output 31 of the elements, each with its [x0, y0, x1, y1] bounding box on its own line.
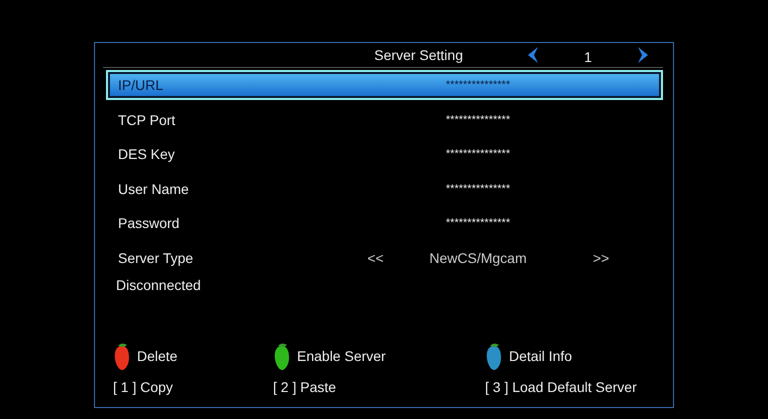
setting-label: User Name [118, 180, 190, 196]
masked-value: *************** [446, 79, 510, 91]
masked-value: *************** [446, 182, 510, 194]
setting-label: Server Type [118, 250, 194, 266]
setting-row[interactable]: Server Type << NewCS/Mgcam >> [108, 244, 661, 270]
masked-value: *************** [446, 114, 510, 126]
key-label: Delete [137, 348, 178, 364]
setting-label: IP/URL [118, 77, 164, 93]
previous-option[interactable]: << [367, 250, 384, 266]
key-hint: [ 2 ] Paste [273, 379, 338, 395]
key-label: Detail Info [509, 348, 572, 364]
setting-label: TCP Port [118, 112, 176, 128]
setting-row[interactable]: TCP Port *************** [108, 106, 661, 132]
setting-row[interactable]: IP/URL *************** [108, 72, 661, 98]
setting-row[interactable]: Password *************** [108, 210, 661, 236]
key-hint: [ 1 ] Copy [113, 379, 174, 395]
left-arrow-icon[interactable] [527, 47, 539, 63]
key-hint: [ 3 ] Load Default Server [485, 379, 638, 395]
next-option[interactable]: >> [592, 250, 610, 266]
screen-title: Server Setting [374, 47, 463, 63]
masked-value: *************** [446, 217, 510, 229]
page-number: 1 [584, 49, 592, 65]
setting-row[interactable]: User Name *************** [108, 176, 661, 202]
setting-label: Password [118, 215, 180, 231]
key-label: Enable Server [297, 348, 386, 364]
setting-label: DES Key [118, 146, 176, 162]
option-value: NewCS/Mgcam [429, 250, 527, 266]
setting-row[interactable]: DES Key *************** [108, 141, 661, 167]
connection-status: Disconnected [116, 277, 202, 293]
masked-value: *************** [446, 148, 510, 160]
right-arrow-icon[interactable] [637, 47, 649, 63]
